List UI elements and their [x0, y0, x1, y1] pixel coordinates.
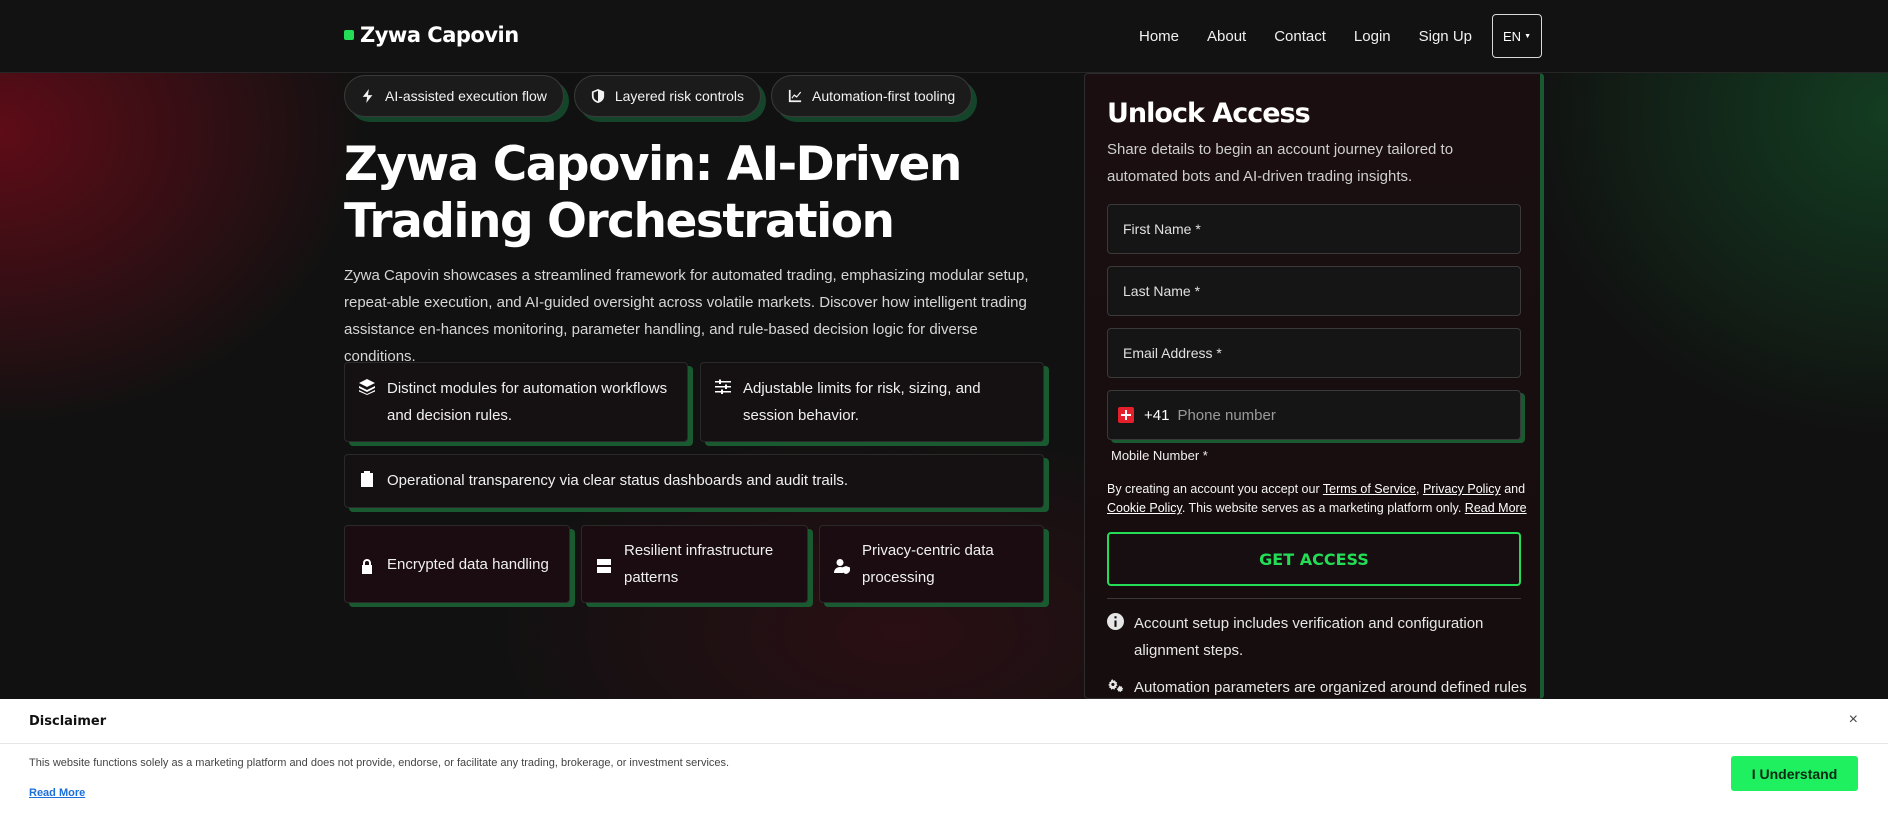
- bolt-icon: [362, 89, 373, 103]
- form-title: Unlock Access: [1107, 98, 1311, 129]
- understand-button[interactable]: I Understand: [1731, 756, 1858, 791]
- cookie-link[interactable]: Cookie Policy: [1107, 501, 1182, 515]
- nav-about[interactable]: About: [1207, 28, 1246, 45]
- page-title: Zywa Capovin: AI-Driven Trading Orchestr…: [344, 137, 962, 249]
- consent-prefix: By creating an account you accept our: [1107, 482, 1323, 496]
- feature-label: Distinct modules for automation workflow…: [387, 380, 668, 424]
- disclaimer-header: Disclaimer ×: [0, 699, 1888, 744]
- chart-line-icon: [788, 89, 802, 103]
- feature-label: Operational transparency via clear statu…: [387, 472, 849, 489]
- logo-mark-icon: [344, 30, 354, 40]
- nav-contact[interactable]: Contact: [1274, 28, 1326, 45]
- disclaimer-read-more-link[interactable]: Read More: [29, 787, 85, 799]
- first-name-field[interactable]: [1107, 204, 1521, 254]
- gears-icon: [1108, 679, 1124, 693]
- feature-card-limits: Adjustable limits for risk, sizing, and …: [700, 362, 1044, 442]
- feature-label: Adjustable limits for risk, sizing, and …: [743, 380, 981, 424]
- brand-logo[interactable]: Zywa Capovin: [344, 23, 519, 47]
- language-value: EN: [1503, 28, 1522, 44]
- pill-label: Layered risk controls: [614, 88, 745, 104]
- clipboard-check-icon: [361, 471, 373, 487]
- dial-code[interactable]: +41: [1144, 407, 1169, 424]
- layers-icon: [359, 379, 375, 395]
- feature-card-modules: Distinct modules for automation workflow…: [344, 362, 688, 442]
- badge-label: Encrypted data handling: [387, 555, 549, 573]
- server-icon: [597, 559, 611, 573]
- consent-suffix: . This website serves as a marketing pla…: [1181, 501, 1465, 515]
- language-select[interactable]: EN ▼: [1492, 14, 1542, 58]
- disclaimer-text: This website functions solely as a marke…: [29, 757, 730, 769]
- info-text: Account setup includes verification and …: [1134, 615, 1484, 659]
- nav-home[interactable]: Home: [1139, 28, 1179, 45]
- pill-automation: Automation-first tooling: [771, 75, 973, 117]
- disclaimer-banner: Disclaimer × This website functions sole…: [0, 699, 1888, 818]
- sliders-icon: [715, 379, 731, 394]
- user-shield-icon: [834, 559, 850, 574]
- chevron-down-icon: ▼: [1524, 32, 1531, 40]
- badge-label: Resilient infrastructure patterns: [624, 542, 774, 586]
- email-field[interactable]: [1107, 328, 1521, 378]
- shield-icon: [591, 89, 604, 103]
- last-name-field[interactable]: [1107, 266, 1521, 316]
- feature-card-transparency: Operational transparency via clear statu…: [344, 454, 1044, 508]
- close-icon[interactable]: ×: [1849, 711, 1858, 729]
- badge-infrastructure: Resilient infrastructure patterns: [581, 525, 808, 603]
- pill-label: AI-assisted execution flow: [385, 88, 547, 104]
- nav-signup[interactable]: Sign Up: [1419, 28, 1472, 45]
- hero-description: Zywa Capovin showcases a streamlined fra…: [344, 267, 1029, 365]
- disclaimer-title: Disclaimer: [29, 714, 107, 729]
- main-nav: Home About Contact Login Sign Up EN ▼: [1139, 14, 1542, 58]
- badge-encrypted: Encrypted data handling: [344, 525, 570, 603]
- nav-login[interactable]: Login: [1354, 28, 1391, 45]
- highlight-pills: AI-assisted execution flow Layered risk …: [344, 75, 973, 117]
- privacy-link[interactable]: Privacy Policy: [1423, 482, 1501, 496]
- phone-input[interactable]: [1177, 406, 1510, 424]
- pill-risk: Layered risk controls: [573, 75, 762, 117]
- badge-label: Privacy-centric data processing: [862, 542, 994, 586]
- info-icon: [1107, 613, 1124, 630]
- info-text: Automation parameters are organized arou…: [1134, 679, 1527, 696]
- lock-icon: [362, 559, 372, 574]
- consent-and: and: [1500, 482, 1526, 496]
- info-item-setup: Account setup includes verification and …: [1107, 610, 1527, 664]
- site-header: Zywa Capovin Home About Contact Login Si…: [0, 0, 1888, 73]
- form-divider: [1107, 598, 1521, 599]
- get-access-button[interactable]: GET ACCESS: [1107, 532, 1521, 586]
- info-item-automation: Automation parameters are organized arou…: [1107, 674, 1527, 701]
- consent-comma: ,: [1415, 482, 1423, 496]
- form-subtitle: Share details to begin an account journe…: [1107, 141, 1454, 185]
- pill-label: Automation-first tooling: [812, 88, 956, 104]
- badge-privacy: Privacy-centric data processing: [819, 525, 1044, 603]
- mobile-label: Mobile Number *: [1111, 448, 1208, 463]
- phone-group: +41: [1107, 390, 1521, 440]
- signup-panel: Unlock Access Share details to begin an …: [1084, 73, 1544, 699]
- consent-text: By creating an account you accept our Te…: [1107, 480, 1527, 518]
- swiss-flag-icon[interactable]: [1118, 407, 1134, 423]
- brand-name: Zywa Capovin: [360, 23, 519, 47]
- consent-read-more-link[interactable]: Read More: [1465, 501, 1527, 515]
- pill-execution: AI-assisted execution flow: [344, 75, 564, 117]
- terms-link[interactable]: Terms of Service: [1323, 482, 1416, 496]
